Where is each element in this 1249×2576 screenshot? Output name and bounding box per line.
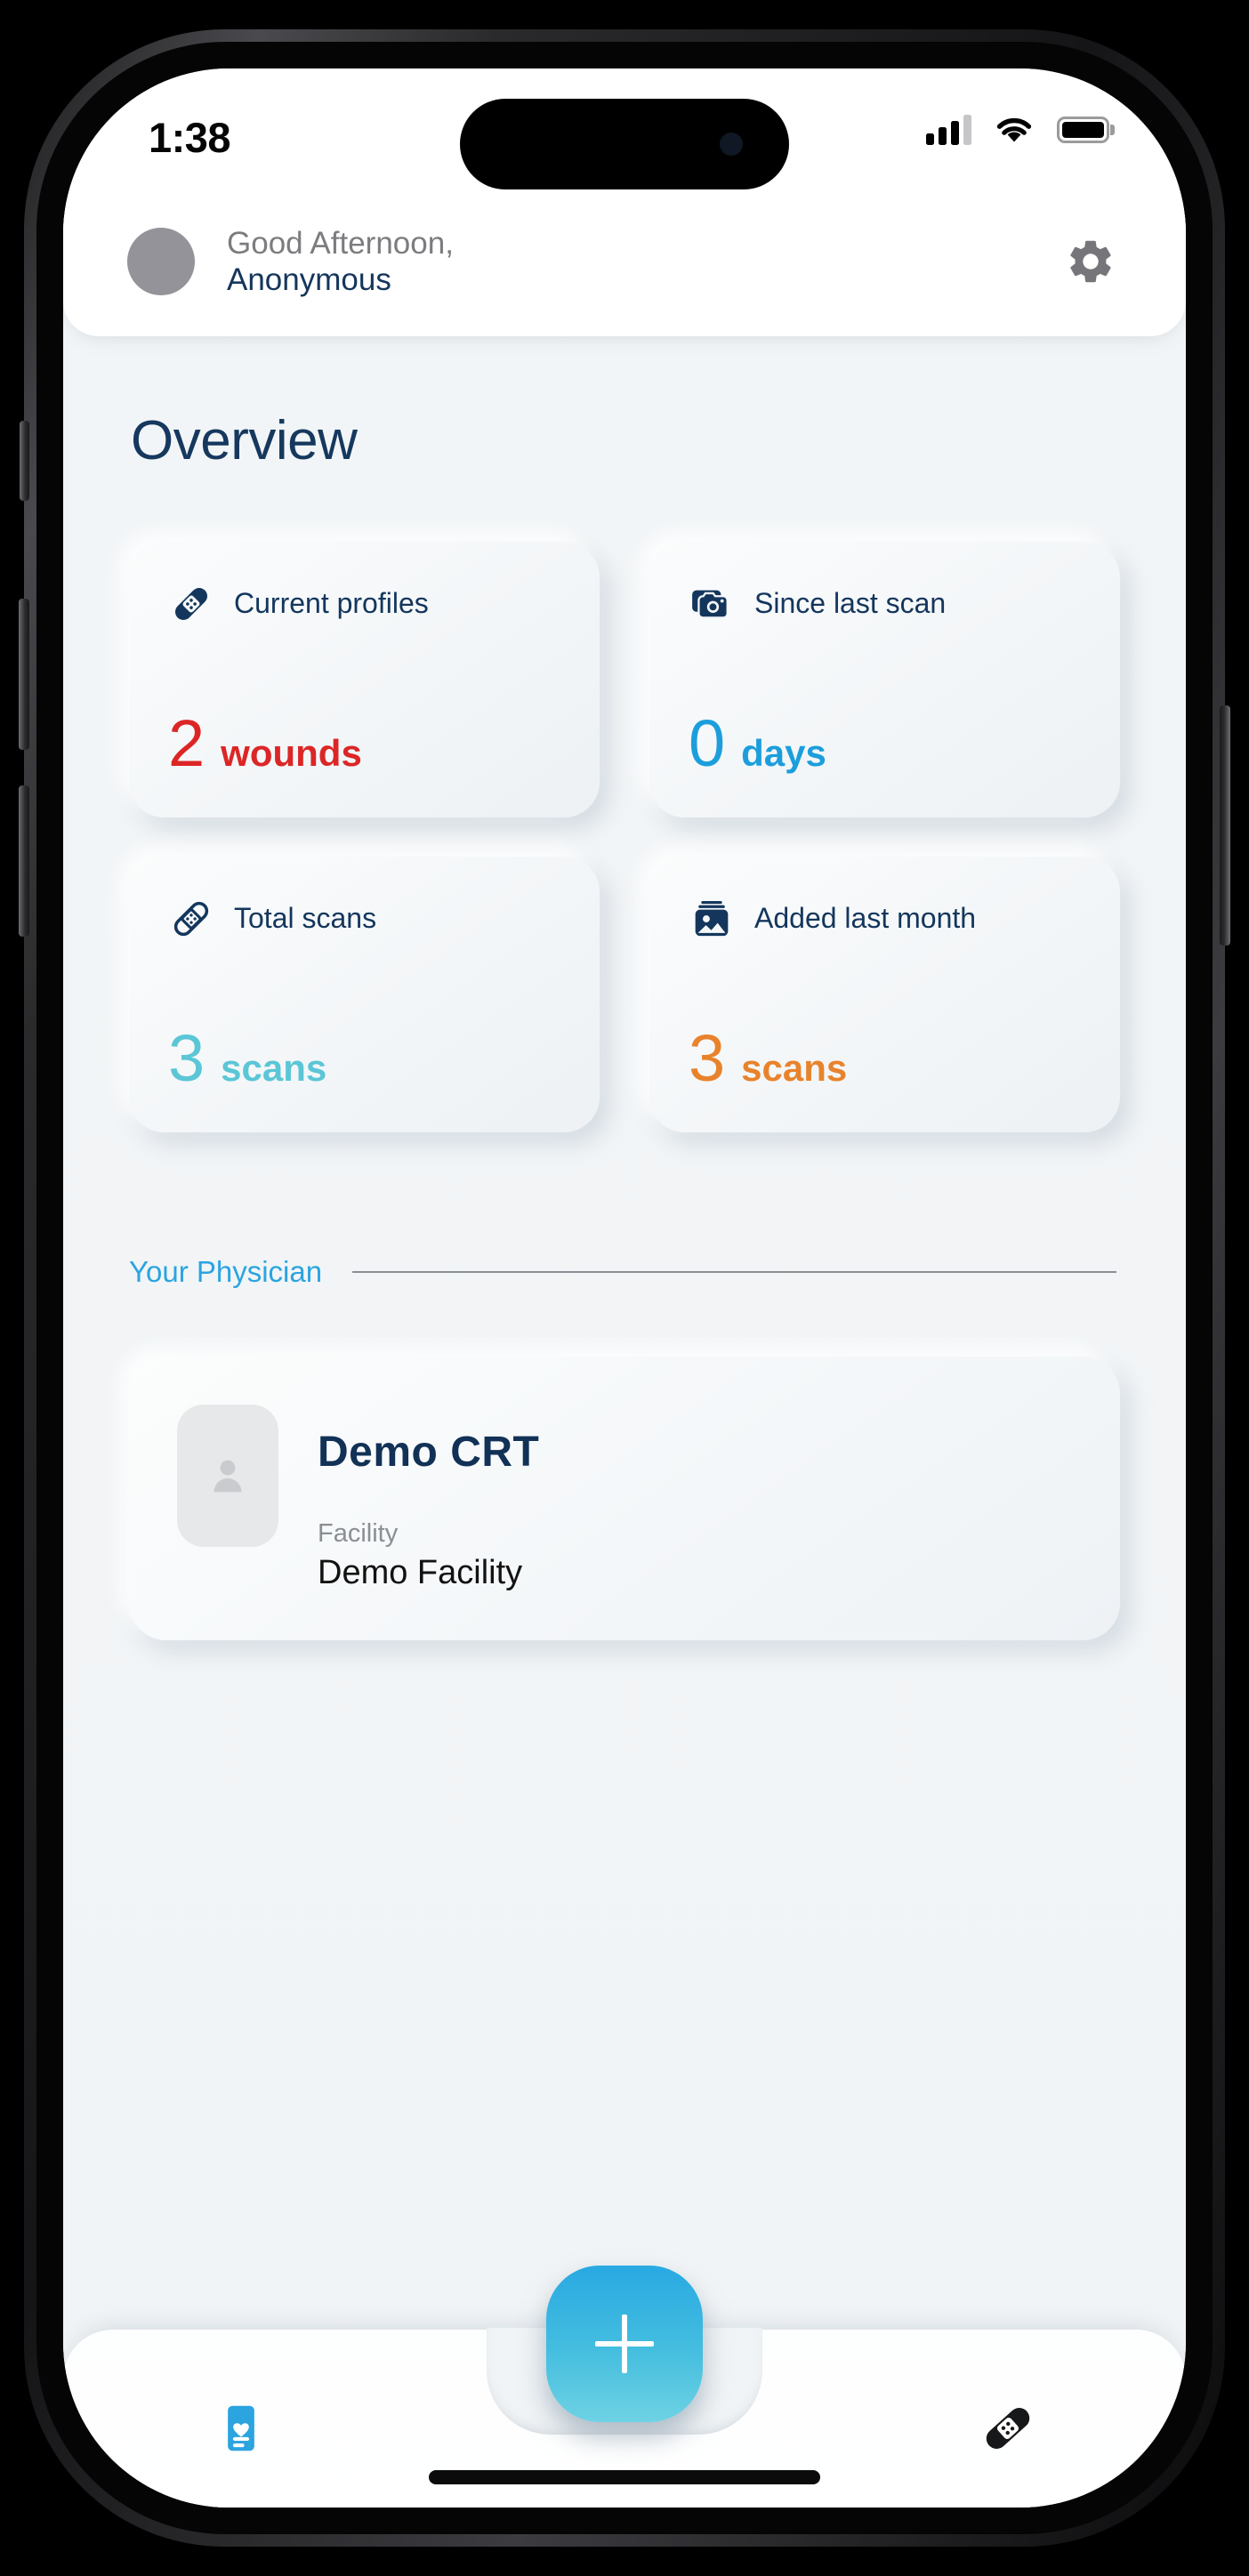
add-scan-button[interactable] bbox=[546, 2266, 703, 2422]
overview-cards-grid: Current profiles 2 wounds Since last sca… bbox=[63, 472, 1186, 1132]
phone-screen: 1:38 Good Afternoon, Anonymous Overview … bbox=[63, 68, 1186, 2508]
power-button[interactable] bbox=[1220, 705, 1230, 946]
nav-item-records[interactable] bbox=[63, 2330, 420, 2508]
stat-card-header: Current profiles bbox=[168, 581, 564, 627]
page-title: Overview bbox=[131, 409, 358, 471]
physician-details: Demo CRT Facility Demo Facility bbox=[318, 1405, 539, 1592]
photo-stack-icon bbox=[689, 896, 735, 942]
cellular-signal-icon bbox=[926, 115, 971, 145]
stat-card-header: Added last month bbox=[689, 896, 1084, 942]
stat-card-header: Since last scan bbox=[689, 581, 1084, 627]
stat-card-label: Added last month bbox=[754, 902, 977, 934]
stat-card-label: Total scans bbox=[234, 902, 377, 934]
stat-card-since-last-scan[interactable]: Since last scan 0 days bbox=[649, 541, 1120, 817]
stat-card-total-scans[interactable]: Total scans 3 scans bbox=[129, 856, 600, 1132]
health-record-card-icon bbox=[228, 2405, 255, 2451]
plus-icon bbox=[595, 2314, 654, 2373]
status-bar-time: 1:38 bbox=[149, 114, 231, 161]
volume-up-button[interactable] bbox=[19, 599, 29, 750]
wifi-icon bbox=[996, 117, 1032, 142]
stat-card-value-row: 3 scans bbox=[168, 1020, 564, 1095]
mute-switch[interactable] bbox=[20, 421, 29, 501]
phone-frame: 1:38 Good Afternoon, Anonymous Overview … bbox=[19, 29, 1230, 2547]
user-name: Anonymous bbox=[227, 262, 391, 298]
stat-card-number: 2 bbox=[168, 705, 205, 780]
bandage-icon bbox=[986, 2408, 1029, 2449]
dynamic-island bbox=[460, 99, 789, 189]
stat-card-current-profiles[interactable]: Current profiles 2 wounds bbox=[129, 541, 600, 817]
physician-card[interactable]: Demo CRT Facility Demo Facility bbox=[129, 1356, 1120, 1640]
person-placeholder-icon bbox=[177, 1404, 278, 1547]
volume-down-button[interactable] bbox=[19, 785, 29, 937]
bottom-navigation bbox=[63, 2266, 1186, 2508]
facility-label: Facility bbox=[318, 1518, 399, 1548]
status-bar: 1:38 bbox=[63, 68, 1186, 202]
facility-name: Demo Facility bbox=[318, 1553, 523, 1591]
bandage-outline-icon bbox=[168, 896, 214, 942]
greeting-message: Good Afternoon, bbox=[227, 226, 454, 261]
stat-card-unit: wounds bbox=[221, 731, 362, 774]
physician-section-header: Your Physician bbox=[63, 1132, 1186, 1289]
stat-card-header: Total scans bbox=[168, 896, 564, 942]
greeting-header: Good Afternoon, Anonymous bbox=[63, 202, 1186, 336]
stat-card-number: 3 bbox=[168, 1020, 205, 1095]
greeting-text: Good Afternoon, Anonymous bbox=[227, 225, 1060, 299]
home-indicator[interactable] bbox=[429, 2470, 820, 2484]
stat-card-value-row: 0 days bbox=[689, 705, 1084, 780]
front-camera-icon bbox=[720, 133, 743, 156]
nav-item-wounds[interactable] bbox=[829, 2330, 1186, 2508]
user-avatar-placeholder[interactable] bbox=[127, 228, 195, 296]
stat-card-label: Current profiles bbox=[234, 587, 429, 619]
stat-card-unit: scans bbox=[221, 1046, 327, 1089]
stat-card-value-row: 3 scans bbox=[689, 1020, 1084, 1095]
physician-section-title: Your Physician bbox=[129, 1254, 323, 1288]
gear-icon bbox=[1070, 241, 1111, 283]
camera-stack-icon bbox=[689, 581, 735, 627]
stat-card-label: Since last scan bbox=[754, 587, 947, 619]
section-divider bbox=[352, 1270, 1116, 1273]
stat-card-number: 3 bbox=[689, 1020, 726, 1095]
stat-card-unit: days bbox=[741, 731, 826, 774]
physician-name: Demo CRT bbox=[318, 1428, 540, 1476]
app-content: Good Afternoon, Anonymous Overview Curre… bbox=[63, 202, 1186, 2508]
settings-button[interactable] bbox=[1060, 230, 1122, 293]
battery-full-icon bbox=[1057, 117, 1109, 143]
bandage-filled-icon bbox=[168, 581, 214, 627]
stat-card-unit: scans bbox=[741, 1046, 848, 1089]
stat-card-value-row: 2 wounds bbox=[168, 705, 564, 780]
stat-card-added-last-month[interactable]: Added last month 3 scans bbox=[649, 856, 1120, 1132]
stat-card-number: 0 bbox=[689, 705, 726, 780]
status-bar-icons bbox=[926, 111, 1109, 145]
